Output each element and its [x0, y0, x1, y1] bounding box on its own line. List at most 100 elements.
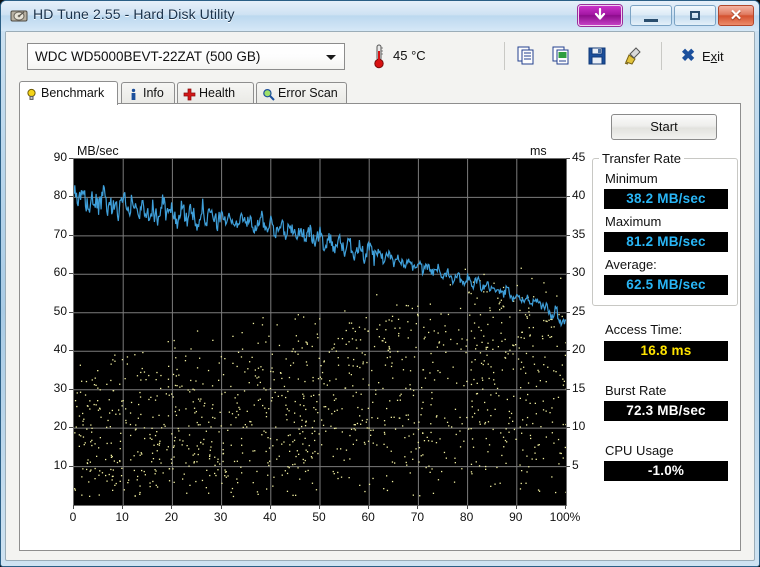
y-tick-mark: [69, 273, 73, 275]
minimum-label: Minimum: [605, 171, 658, 186]
access-time-label: Access Time:: [605, 322, 683, 337]
tab-benchmark-label: Benchmark: [41, 86, 105, 100]
maximize-button[interactable]: [674, 5, 716, 26]
x-tick-mark: [171, 505, 173, 509]
tab-health-label: Health: [199, 86, 236, 100]
y2-tick-label: 5: [572, 457, 579, 472]
x-tick-mark: [466, 505, 468, 509]
y2-tick-label: 20: [572, 342, 586, 357]
y-tick-label: 90: [53, 150, 67, 164]
x-tick-mark: [565, 505, 566, 509]
tab-error-scan[interactable]: Error Scan: [256, 82, 347, 104]
x-tick-mark: [515, 505, 517, 509]
tab-strip: Benchmark Info Health Error Scan: [19, 81, 741, 105]
x-tick-label: 0: [69, 510, 77, 524]
tab-health[interactable]: Health: [177, 82, 254, 104]
blue-x-icon[interactable]: ✖: [681, 47, 695, 65]
drive-select-value: WDC WD5000BEVT-22ZAT (500 GB): [35, 49, 261, 64]
x-tick-label: 20: [164, 510, 179, 524]
close-icon: ✕: [729, 7, 743, 24]
y-tick-mark: [69, 311, 73, 313]
temperature-value: 45 °C: [393, 48, 426, 63]
x-tick-mark: [122, 505, 124, 509]
minimize-icon: [644, 19, 658, 22]
tab-info-label: Info: [143, 86, 164, 100]
average-label: Average:: [605, 257, 657, 272]
x-tick-label: 50: [312, 510, 326, 524]
magnifier-icon: [262, 87, 275, 101]
save-icon[interactable]: [586, 45, 608, 67]
copy-text-icon[interactable]: [515, 45, 537, 67]
hdd-icon: [10, 7, 28, 25]
y-tick-mark: [69, 158, 73, 159]
toolbar-separator-right: [661, 42, 662, 70]
tab-error-scan-label: Error Scan: [278, 86, 338, 100]
tab-info[interactable]: Info: [121, 82, 175, 104]
y2-tick-mark: [566, 311, 570, 313]
y-tick-mark: [69, 196, 73, 198]
y-tick-mark: [69, 350, 73, 352]
window-body: WDC WD5000BEVT-22ZAT (500 GB) 45 °C ✖ Ex…: [5, 31, 755, 561]
cpu-usage-value: -1.0%: [604, 461, 728, 481]
y-tick-mark: [69, 465, 73, 467]
drive-select[interactable]: WDC WD5000BEVT-22ZAT (500 GB): [27, 43, 345, 70]
tab-benchmark[interactable]: Benchmark: [19, 81, 118, 105]
options-icon[interactable]: [622, 45, 644, 67]
title-bar: HD Tune 2.55 - Hard Disk Utility ✕: [1, 1, 759, 31]
x-tick-mark: [368, 505, 370, 509]
x-tick-mark: [220, 505, 222, 509]
lightbulb-icon: [25, 86, 38, 100]
x-tick-mark: [269, 505, 271, 509]
y-tick-label: 60: [53, 265, 67, 280]
window-title: HD Tune 2.55 - Hard Disk Utility: [33, 6, 235, 22]
y-tick-label: 30: [53, 380, 67, 395]
y2-tick-mark: [566, 350, 570, 352]
y-tick-mark: [69, 234, 73, 236]
minimize-button[interactable]: [630, 5, 672, 26]
y2-tick-label: 10: [572, 419, 586, 434]
x-tick-label: 90: [509, 510, 523, 524]
x-tick-label: 40: [263, 510, 277, 524]
thermometer-icon: [373, 44, 385, 69]
y2-axis-label: ms: [530, 144, 547, 158]
access-time-value: 16.8 ms: [604, 341, 728, 361]
y-tick-label: 20: [53, 419, 67, 434]
x-tick-mark: [73, 505, 74, 509]
y2-tick-mark: [566, 427, 570, 429]
y2-tick-mark: [566, 273, 570, 275]
y2-tick-mark: [566, 234, 570, 236]
download-button[interactable]: [578, 5, 622, 26]
red-cross-icon: [183, 87, 196, 101]
copy-image-icon[interactable]: [550, 45, 572, 67]
y2-tick-mark: [566, 196, 570, 198]
x-tick-label: 60: [361, 510, 375, 524]
info-icon: [127, 87, 140, 100]
x-tick-label: 70: [410, 510, 425, 524]
burst-rate-label: Burst Rate: [605, 383, 667, 398]
y-tick-label: 40: [53, 342, 67, 357]
x-tick-label: 100%: [549, 510, 581, 524]
plot-canvas: [74, 159, 566, 505]
close-button[interactable]: ✕: [718, 5, 754, 26]
plot-area: [73, 158, 567, 506]
chevron-down-icon: [326, 55, 336, 60]
y-axis-label: MB/sec: [77, 144, 119, 158]
cpu-usage-label: CPU Usage: [605, 443, 674, 458]
maximum-value: 81.2 MB/sec: [604, 232, 728, 252]
start-button[interactable]: Start: [611, 114, 717, 140]
maximize-icon: [690, 11, 700, 20]
y2-tick-label: 15: [572, 380, 586, 395]
download-arrow-icon: [579, 6, 621, 25]
toolbar-separator-left: [504, 42, 505, 70]
average-value: 62.5 MB/sec: [604, 275, 728, 295]
y-tick-label: 50: [53, 303, 67, 318]
x-tick-mark: [417, 505, 419, 509]
burst-rate-value: 72.3 MB/sec: [604, 401, 728, 421]
y-tick-label: 70: [53, 226, 67, 241]
y2-tick-mark: [566, 388, 570, 390]
y-tick-mark: [69, 427, 73, 429]
toolbar: WDC WD5000BEVT-22ZAT (500 GB) 45 °C ✖ Ex…: [6, 32, 754, 82]
y-tick-label: 80: [53, 188, 67, 203]
y2-tick-mark: [566, 465, 570, 467]
exit-button[interactable]: Exit: [702, 49, 724, 64]
